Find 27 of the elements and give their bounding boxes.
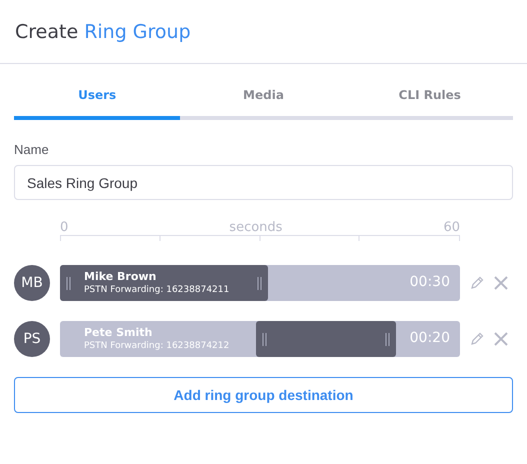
edit-pencil-icon[interactable] (470, 276, 484, 290)
grip-handle-icon[interactable] (66, 277, 71, 290)
grip-handle-icon[interactable] (257, 277, 262, 290)
close-icon[interactable] (494, 332, 508, 346)
tab[interactable]: Users (14, 76, 180, 120)
duration-label: 00:30 (410, 274, 450, 290)
add-destination-button[interactable]: Add ring group destination (14, 377, 513, 413)
avatar: PS (14, 321, 50, 357)
user-name: Pete Smith (84, 326, 154, 339)
name-input-field[interactable]: Sales Ring Group (14, 165, 513, 200)
ring-range-bar[interactable] (60, 265, 268, 301)
user-detail: PSTN Forwarding: 16238874212 (84, 341, 230, 351)
avatar: MB (14, 265, 50, 301)
scale-max-label: 60 (443, 220, 460, 235)
page-title: Create Ring Group (15, 20, 191, 42)
duration-label: 00:20 (410, 330, 450, 346)
tab[interactable]: Media (180, 76, 347, 120)
user-name: Mike Brown (84, 270, 158, 283)
scale-min-label: 0 (60, 220, 68, 235)
grip-handle-icon[interactable] (262, 333, 267, 346)
name-label: Name (14, 142, 50, 157)
close-icon[interactable] (494, 276, 508, 290)
edit-pencil-icon[interactable] (470, 332, 484, 346)
grip-handle-icon[interactable] (385, 333, 390, 346)
user-detail: PSTN Forwarding: 16238874211 (84, 285, 230, 295)
scale-unit-label: seconds (229, 220, 282, 235)
tab[interactable]: CLI Rules (346, 76, 513, 120)
